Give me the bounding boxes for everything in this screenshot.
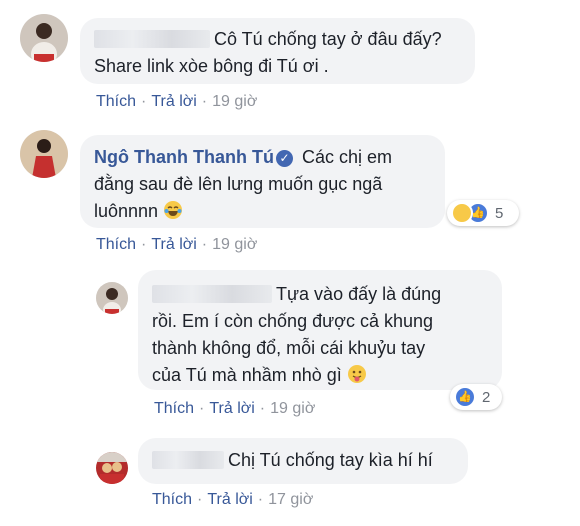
avatar[interactable] <box>96 452 128 484</box>
comment-bubble: Chị Tú chống tay kìa hí hí <box>138 438 468 484</box>
comment-text: luônnnn <box>94 201 159 221</box>
comment-actions: Thích · Trả lời · 19 giờ <box>154 400 316 417</box>
comment-bubble: Cô Tú chống tay ở đâu đấy? Share link xò… <box>80 18 475 84</box>
like-link[interactable]: Thích <box>152 491 192 508</box>
verified-badge-icon: ✓ <box>275 150 293 167</box>
avatar[interactable] <box>96 282 128 314</box>
timestamp[interactable]: 19 giờ <box>212 93 257 110</box>
like-link[interactable]: Thích <box>96 93 136 110</box>
reply-link[interactable]: Trả lời <box>151 236 196 253</box>
haha-reaction-icon <box>451 202 473 224</box>
comment-actions: Thích · Trả lời · 17 giờ <box>152 491 314 508</box>
reply-link[interactable]: Trả lời <box>207 491 252 508</box>
reaction-summary[interactable]: 👍 5 <box>447 200 519 226</box>
comment-bubble: Tựa vào đấy là đúng rồi. Em í còn chống … <box>138 270 502 390</box>
avatar[interactable] <box>20 130 68 178</box>
reaction-count: 5 <box>495 204 504 222</box>
reply-link[interactable]: Trả lời <box>209 400 254 417</box>
timestamp[interactable]: 17 giờ <box>268 491 313 508</box>
tongue-out-emoji-icon <box>347 365 366 383</box>
avatar[interactable] <box>20 14 68 62</box>
comment-text: Tựa vào đấy là đúng <box>276 284 442 304</box>
comment-text: của Tú mà nhầm nhò gì <box>152 365 342 385</box>
comment-actions: Thích · Trả lời · 19 giờ <box>96 93 258 110</box>
comment-text: đằng sau đè lên lưng muốn gục ngã <box>94 174 383 194</box>
comment-text: thành không đổ, mỗi cái khuỷu tay <box>152 338 426 358</box>
timestamp[interactable]: 19 giờ <box>270 400 315 417</box>
comment-text: Share link xòe bông đi Tú ơi . <box>94 56 329 76</box>
reply-link[interactable]: Trả lời <box>151 93 196 110</box>
like-link[interactable]: Thích <box>154 400 194 417</box>
crying-laughing-emoji-icon <box>164 201 183 219</box>
author-name[interactable]: Ngô Thanh Thanh Tú <box>94 147 274 167</box>
reaction-count: 2 <box>482 388 491 406</box>
comment-text: Các chị em <box>301 147 393 167</box>
comment-text: Cô Tú chống tay ở đâu đấy? <box>214 29 442 49</box>
like-reaction-icon: 👍 <box>454 386 476 408</box>
comment-text: rồi. Em í còn chống được cả khung <box>152 311 433 331</box>
timestamp[interactable]: 19 giờ <box>212 236 257 253</box>
comment-text: Chị Tú chống tay kìa hí hí <box>228 450 433 470</box>
like-link[interactable]: Thích <box>96 236 136 253</box>
blurred-author-name <box>152 285 272 303</box>
reaction-summary[interactable]: 👍 2 <box>450 384 502 410</box>
blurred-author-name <box>94 30 210 48</box>
comment-actions: Thích · Trả lời · 19 giờ <box>96 236 258 253</box>
comment-bubble: Ngô Thanh Thanh Tú ✓ Các chị em đằng sau … <box>80 135 445 228</box>
blurred-author-name <box>152 451 224 469</box>
